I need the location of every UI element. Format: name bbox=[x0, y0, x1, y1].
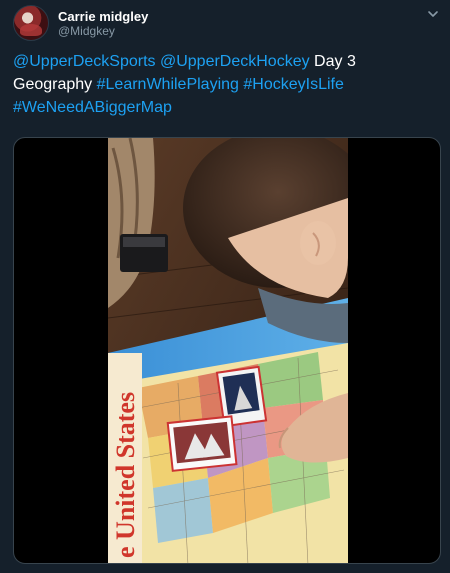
author-names[interactable]: Carrie midgley @Midgkey bbox=[58, 9, 148, 39]
video-frame[interactable]: e United States bbox=[108, 138, 348, 563]
video-play-area[interactable] bbox=[108, 138, 348, 563]
video-player[interactable]: e United States bbox=[13, 137, 441, 564]
hashtag-link[interactable]: #LearnWhilePlaying bbox=[97, 76, 239, 93]
avatar[interactable] bbox=[13, 5, 49, 41]
tweet-card: Carrie midgley @Midgkey @UpperDeckSports… bbox=[0, 0, 450, 573]
tweet-header: Carrie midgley @Midgkey bbox=[13, 5, 440, 41]
tweet-body-text: Geography bbox=[13, 76, 93, 93]
hashtag-link[interactable]: #WeNeedABiggerMap bbox=[13, 99, 172, 116]
tweet-body-text: Day 3 bbox=[314, 53, 356, 70]
mention-link[interactable]: @UpperDeckHockey bbox=[160, 53, 310, 70]
user-handle[interactable]: @Midgkey bbox=[58, 24, 148, 39]
display-name[interactable]: Carrie midgley bbox=[58, 9, 148, 24]
chevron-down-icon[interactable] bbox=[426, 7, 440, 21]
mention-link[interactable]: @UpperDeckSports bbox=[13, 53, 156, 70]
tweet-text: @UpperDeckSports @UpperDeckHockey Day 3 … bbox=[13, 50, 433, 119]
hashtag-link[interactable]: #HockeyIsLife bbox=[243, 76, 344, 93]
